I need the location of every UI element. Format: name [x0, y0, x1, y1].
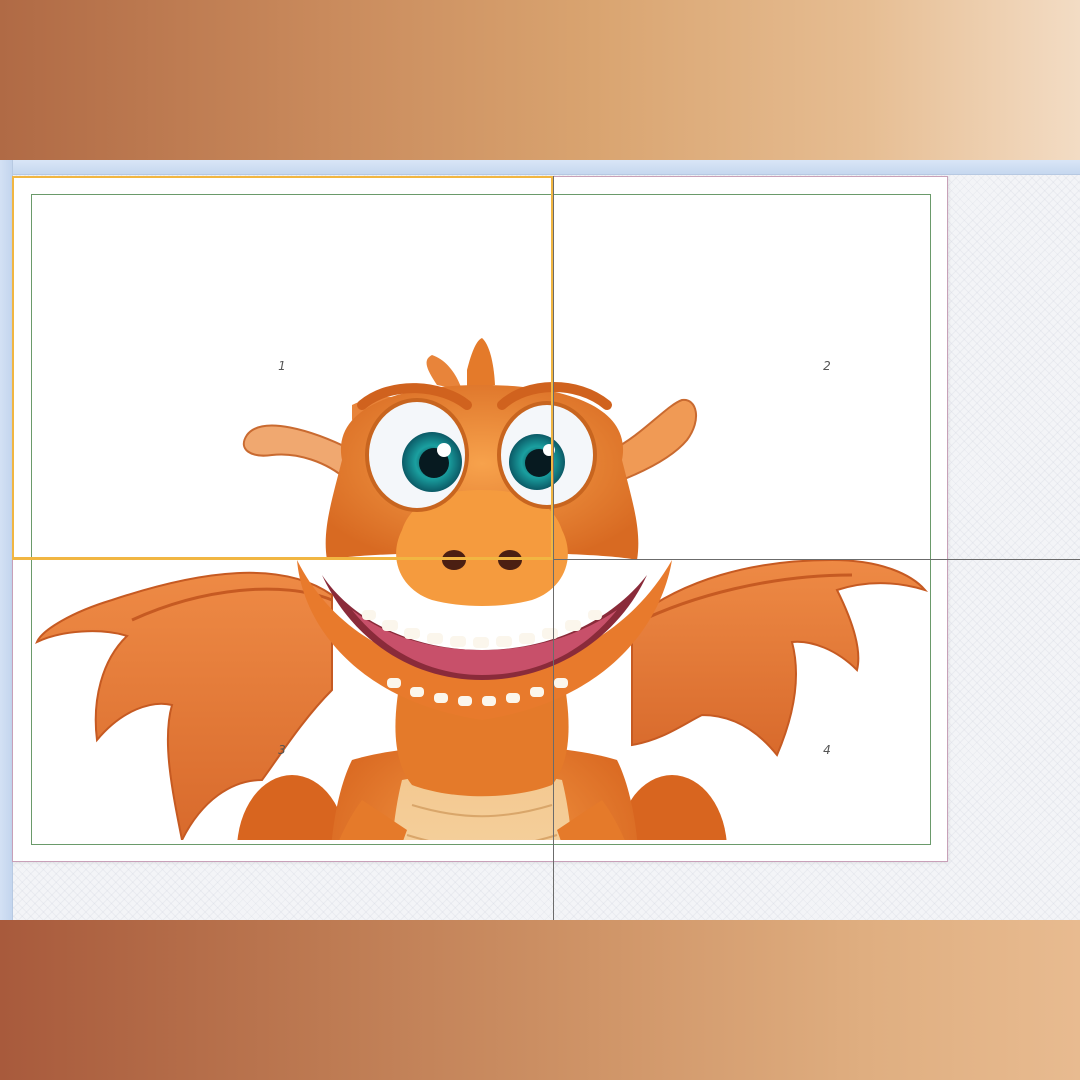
- page-number-4: 4: [823, 743, 831, 757]
- poster-print-workspace[interactable]: 1 2 3 4: [0, 160, 1080, 920]
- page-number-1: 1: [278, 359, 286, 373]
- page-number-3: 3: [278, 743, 286, 757]
- page-number-2: 2: [823, 359, 831, 373]
- bottom-gradient-band: [0, 920, 1080, 1080]
- window-top-edge: [0, 160, 1080, 175]
- selected-page-bottom-edge: [12, 558, 553, 560]
- top-gradient-band: [0, 0, 1080, 160]
- vertical-page-split-line: [553, 176, 554, 920]
